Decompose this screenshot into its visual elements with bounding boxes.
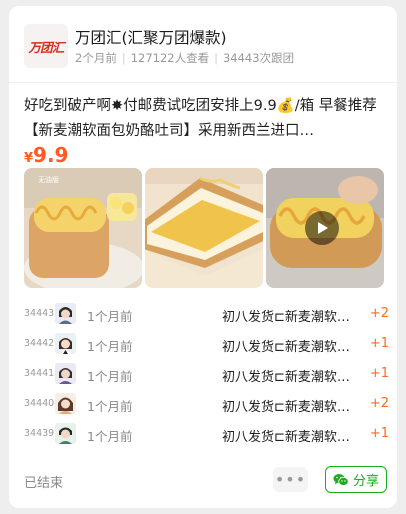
group-buy-card[interactable]: 万团汇 万团汇(汇聚万团爆款) 2个月前 | 127122人查看 | 34443次跟团 … bbox=[9, 6, 397, 508]
avatar[interactable] bbox=[55, 363, 76, 384]
posted-time: 2个月前 bbox=[75, 51, 117, 65]
meta-separator: | bbox=[214, 51, 218, 65]
group-logo[interactable]: 万团汇 bbox=[24, 24, 68, 68]
order-item: 初八发货⊏新麦潮软面包奶酪吐司 bbox=[222, 310, 357, 325]
bread-photo-2[interactable] bbox=[145, 168, 263, 288]
order-quantity: +1 bbox=[369, 336, 389, 351]
share-label: 分享 bbox=[352, 474, 379, 489]
order-quantity: +2 bbox=[369, 396, 389, 411]
order-number: 34440 bbox=[24, 398, 55, 409]
bread-photo-1[interactable]: 无油版 bbox=[24, 168, 142, 288]
order-row[interactable]: 34442 1个月前 初八发货⊏新麦潮软面包奶酪吐司 +1 bbox=[24, 330, 389, 360]
play-icon[interactable] bbox=[305, 211, 339, 245]
order-row[interactable]: 34440 1个月前 初八发货⊏新麦潮软面包奶酪吐司 +2 bbox=[24, 390, 389, 420]
group-title[interactable]: 万团汇(汇聚万团爆款) bbox=[75, 26, 227, 48]
wechat-icon bbox=[333, 473, 349, 486]
order-list: 34443 1个月前 初八发货⊏新麦潮软面包奶酪吐司 +2 34442 1个月前… bbox=[24, 300, 389, 450]
group-status: 已结束 bbox=[24, 476, 64, 491]
order-quantity: +1 bbox=[369, 366, 389, 381]
avatar[interactable] bbox=[55, 333, 76, 354]
order-number: 34442 bbox=[24, 338, 55, 349]
price-value: 9.9 bbox=[33, 143, 69, 167]
order-number: 34439 bbox=[24, 428, 55, 439]
post-description[interactable]: 好吃到破产啊✸付邮费试吃团安排上9.9💰/箱 早餐推荐【新麦潮软面包奶酪吐司】采… bbox=[24, 94, 386, 144]
order-quantity: +1 bbox=[369, 426, 389, 441]
order-item: 初八发货⊏新麦潮软面包奶酪吐司 bbox=[222, 370, 357, 385]
order-row[interactable]: 34441 1个月前 初八发货⊏新麦潮软面包奶酪吐司 +1 bbox=[24, 360, 389, 390]
order-row[interactable]: 34439 1个月前 初八发货⊏新麦潮软面包奶酪吐司 +1 bbox=[24, 420, 389, 450]
photo-caption: 无油版 bbox=[38, 175, 59, 184]
avatar[interactable] bbox=[55, 423, 76, 444]
order-item: 初八发货⊏新麦潮软面包奶酪吐司 bbox=[222, 430, 357, 445]
order-time: 1个月前 bbox=[87, 309, 133, 324]
avatar[interactable] bbox=[55, 393, 76, 414]
share-button[interactable]: 分享 bbox=[325, 466, 387, 493]
price-currency: ¥ bbox=[24, 151, 34, 166]
logo-text: 万团汇 bbox=[28, 39, 64, 55]
bread-video-thumbnail[interactable] bbox=[266, 168, 384, 288]
follow-count: 34443次跟团 bbox=[222, 51, 295, 65]
group-meta: 2个月前 | 127122人查看 | 34443次跟团 bbox=[75, 50, 294, 66]
group-header: 万团汇 万团汇(汇聚万团爆款) 2个月前 | 127122人查看 | 34443次跟团 bbox=[24, 24, 387, 72]
order-quantity: +2 bbox=[369, 306, 389, 321]
order-time: 1个月前 bbox=[87, 429, 133, 444]
order-time: 1个月前 bbox=[87, 399, 133, 414]
order-number: 34443 bbox=[24, 308, 55, 319]
order-item: 初八发货⊏新麦潮软面包奶酪吐司 bbox=[222, 400, 357, 415]
view-count: 127122人查看 bbox=[130, 51, 210, 65]
price: ¥9.9 bbox=[24, 143, 68, 167]
header-divider bbox=[9, 82, 397, 83]
avatar[interactable] bbox=[55, 303, 76, 324]
meta-separator: | bbox=[121, 51, 126, 65]
order-time: 1个月前 bbox=[87, 369, 133, 384]
photo-gallery: 无油版 bbox=[24, 168, 384, 288]
order-number: 34441 bbox=[24, 368, 55, 379]
order-row[interactable]: 34443 1个月前 初八发货⊏新麦潮软面包奶酪吐司 +2 bbox=[24, 300, 389, 330]
order-item: 初八发货⊏新麦潮软面包奶酪吐司 bbox=[222, 340, 357, 355]
more-button[interactable]: ••• bbox=[273, 467, 308, 492]
order-time: 1个月前 bbox=[87, 339, 133, 354]
